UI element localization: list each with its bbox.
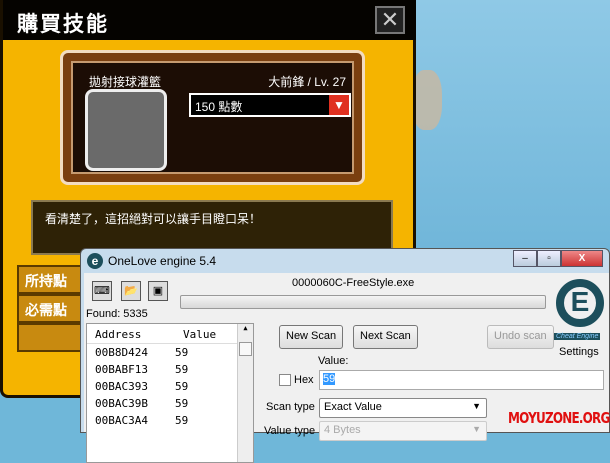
table-row[interactable]: 00BABF13 59 <box>87 361 253 378</box>
table-row[interactable]: 00BAC39B 59 <box>87 395 253 412</box>
app-logo-icon: e <box>87 253 103 269</box>
price-select[interactable]: 150 點數 ▼ <box>189 93 351 117</box>
value-cell: 59 <box>175 414 189 427</box>
address-cell: 00B8D424 <box>95 346 148 359</box>
scan-progress-bar <box>180 295 546 309</box>
dropdown-arrow-icon[interactable]: ▼ <box>329 95 349 115</box>
minimize-button[interactable]: – <box>513 250 537 267</box>
value-label: Value: <box>318 355 349 367</box>
list-scrollbar[interactable]: ▲ <box>237 324 253 462</box>
found-count: Found: 5335 <box>86 308 148 320</box>
new-scan-button[interactable]: New Scan <box>279 325 344 349</box>
address-cell: 00BABF13 <box>95 363 148 376</box>
position-level: 大前鋒 / Lv. 27 <box>268 75 346 89</box>
address-cell: 00BAC39B <box>95 397 148 410</box>
blank-row <box>17 323 83 352</box>
table-row[interactable]: 00B8D424 59 <box>87 344 253 361</box>
address-cell: 00BAC3A4 <box>95 414 148 427</box>
value-type-label: Value type <box>264 425 316 437</box>
save-icon[interactable]: ▣ <box>148 281 168 301</box>
select-process-button[interactable]: ⌨ <box>92 281 112 301</box>
cheat-engine-logo-icon[interactable]: E <box>556 279 604 327</box>
table-row[interactable]: 00BAC393 59 <box>87 378 253 395</box>
value-type-select[interactable]: 4 Bytes ▼ <box>319 421 487 441</box>
scan-type-label: Scan type <box>266 401 315 413</box>
scan-type-value: Exact Value <box>324 401 382 413</box>
hex-checkbox[interactable] <box>279 374 291 386</box>
chevron-down-icon: ▼ <box>472 401 481 411</box>
watermark: MOYUZONE.ORG <box>508 409 610 427</box>
column-address[interactable]: Address <box>87 328 175 343</box>
value-cell: 59 <box>175 397 189 410</box>
value-text: 59 <box>323 373 336 385</box>
skill-panel: 拋射接球灌籃 大前鋒 / Lv. 27 150 點數 ▼ <box>60 50 365 185</box>
settings-link[interactable]: Settings <box>559 346 599 358</box>
held-points-label: 所持點 <box>17 265 83 294</box>
skill-image <box>85 89 167 171</box>
skill-name: 拋射接球灌籃 <box>89 75 162 89</box>
value-cell: 59 <box>175 380 189 393</box>
table-row[interactable]: 00BAC3A4 59 <box>87 412 253 429</box>
skill-description: 看清楚了，這招絕對可以讓手目瞪口呆！ <box>31 200 393 255</box>
close-button[interactable]: ✕ <box>375 6 405 34</box>
maximize-button[interactable]: ▫ <box>537 250 561 267</box>
process-name: 0000060C-FreeStyle.exe <box>292 277 415 289</box>
cheat-engine-window: e OneLove engine 5.4 – ▫ X ⌨ 📂 ▣ 0000060C-F… <box>80 248 610 463</box>
value-type-value: 4 Bytes <box>324 424 361 436</box>
required-points-label: 必需點 <box>17 294 83 323</box>
next-scan-button[interactable]: Next Scan <box>353 325 418 349</box>
scan-type-select[interactable]: Exact Value ▼ <box>319 398 487 418</box>
open-folder-icon[interactable]: 📂 <box>121 281 141 301</box>
dialog-title: 購買技能 <box>3 0 416 40</box>
value-input[interactable]: 59 <box>319 370 604 390</box>
value-cell: 59 <box>175 363 189 376</box>
window-title: OneLove engine 5.4 <box>108 254 217 268</box>
logo-text: Cheat Engine <box>554 333 601 340</box>
hex-label: Hex <box>294 374 314 386</box>
value-cell: 59 <box>175 346 189 359</box>
window-close-button[interactable]: X <box>561 250 603 267</box>
undo-scan-button[interactable]: Undo scan <box>487 325 554 349</box>
background-decoration <box>412 70 442 130</box>
address-list[interactable]: Address Value 00B8D424 59 00BABF13 59 00BAC… <box>86 323 254 463</box>
price-value: 150 點數 <box>195 100 243 114</box>
address-cell: 00BAC393 <box>95 380 148 393</box>
column-value[interactable]: Value <box>175 328 235 343</box>
